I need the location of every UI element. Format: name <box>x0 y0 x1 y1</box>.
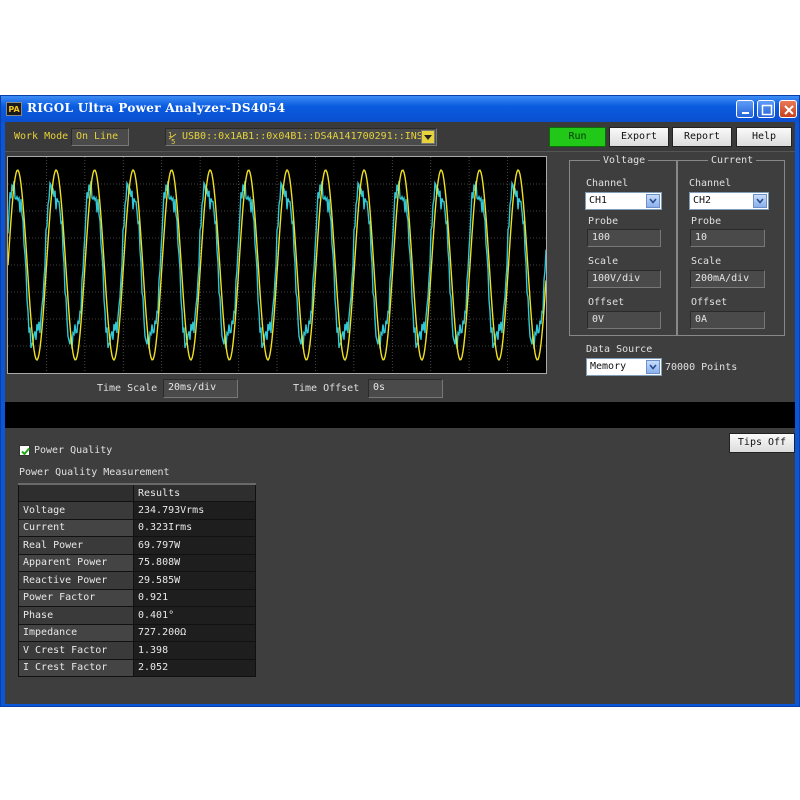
current-channel-dropdown[interactable] <box>753 194 767 208</box>
power-quality-checkbox[interactable] <box>19 445 30 456</box>
measurement-name: I Crest Factor <box>18 658 134 677</box>
measurement-name: Reactive Power <box>18 571 134 590</box>
power-quality-label: Power Quality <box>34 445 113 456</box>
usb-icon: 1 5 <box>168 131 177 144</box>
current-group-title: Current <box>708 155 757 167</box>
table-row: V Crest Factor 1.398 <box>18 641 256 660</box>
measurement-value: 727.200Ω <box>133 623 256 642</box>
measurement-name: Impedance <box>18 623 134 642</box>
toolbar: Work Mode On Line USB0::0x1AB1::0x04B1::… <box>5 122 795 152</box>
app-window: PA RIGOL Ultra Power Analyzer-DS4054 Wor… <box>0 95 800 707</box>
export-button[interactable]: Export <box>609 127 669 147</box>
resource-text: USB0::0x1AB1::0x04B1::DS4A141700291::INS… <box>182 131 435 142</box>
resource-dropdown-button[interactable] <box>421 130 435 144</box>
close-icon <box>784 105 794 115</box>
maximize-icon <box>761 104 773 116</box>
table-row: Real Power 69.797W <box>18 536 256 555</box>
help-button[interactable]: Help <box>736 127 792 147</box>
voltage-scale-field[interactable]: 100V/div <box>587 270 661 288</box>
svg-text:5: 5 <box>171 138 175 144</box>
table-row: Apparent Power 75.808W <box>18 553 256 572</box>
measurement-name: Power Factor <box>18 588 134 607</box>
maximize-button[interactable] <box>757 100 775 118</box>
waveform-plot <box>7 157 547 373</box>
measurement-name: V Crest Factor <box>18 641 134 660</box>
report-button[interactable]: Report <box>672 127 732 147</box>
current-channel-value: CH2 <box>693 195 712 206</box>
waveform-display[interactable] <box>7 156 547 374</box>
measurement-value: 0.323Irms <box>133 518 256 537</box>
results-header: Results <box>133 483 256 502</box>
run-button[interactable]: Run <box>549 127 606 147</box>
chevron-down-icon <box>649 198 657 204</box>
data-points-label: 70000 Points <box>665 362 738 373</box>
measurement-value: 234.793Vrms <box>133 501 256 520</box>
table-row: Impedance 727.200Ω <box>18 623 256 642</box>
voltage-probe-label: Probe <box>588 216 619 227</box>
measurement-name: Real Power <box>18 536 134 555</box>
title-bar[interactable]: PA RIGOL Ultra Power Analyzer-DS4054 <box>1 96 799 122</box>
measurement-name: Phase <box>18 606 134 625</box>
time-scale-label: Time Scale <box>97 383 158 394</box>
measurement-name: Current <box>18 518 134 537</box>
measurement-value: 1.398 <box>133 641 256 660</box>
time-offset-field[interactable]: 0s <box>368 379 443 398</box>
current-probe-label: Probe <box>691 216 722 227</box>
data-source-label: Data Source <box>586 344 653 355</box>
chevron-down-icon <box>756 198 764 204</box>
minimize-button[interactable] <box>736 100 754 118</box>
app-icon: PA <box>6 102 22 116</box>
minimize-icon <box>742 112 749 114</box>
work-mode-field[interactable]: On Line <box>71 128 129 146</box>
table-header-row: Results <box>18 483 256 502</box>
table-row: I Crest Factor 2.052 <box>18 658 256 677</box>
voltage-channel-label: Channel <box>586 178 629 189</box>
table-row: Power Factor 0.921 <box>18 588 256 607</box>
data-source-dropdown[interactable] <box>646 360 660 374</box>
power-quality-table: Results Voltage 234.793Vrms Current 0.323Ir… <box>18 483 256 677</box>
measurement-value: 0.921 <box>133 588 256 607</box>
measurement-value: 75.808W <box>133 553 256 572</box>
measurement-name: Apparent Power <box>18 553 134 572</box>
measurement-name: Voltage <box>18 501 134 520</box>
tips-off-button[interactable]: Tips Off <box>729 433 795 453</box>
voltage-probe-field[interactable]: 100 <box>587 229 661 247</box>
voltage-offset-field[interactable]: 0V <box>587 311 661 329</box>
voltage-group-title: Voltage <box>600 155 649 167</box>
current-offset-label: Offset <box>691 297 728 308</box>
close-button[interactable] <box>779 100 797 118</box>
data-source-value: Memory <box>590 361 627 372</box>
window-title: RIGOL Ultra Power Analyzer-DS4054 <box>27 101 286 115</box>
current-offset-field[interactable]: 0A <box>690 311 765 329</box>
measurement-value: 69.797W <box>133 536 256 555</box>
pq-section-title: Power Quality Measurement <box>19 467 170 478</box>
resource-select[interactable]: USB0::0x1AB1::0x04B1::DS4A141700291::INS… <box>165 128 437 146</box>
voltage-scale-label: Scale <box>588 256 619 267</box>
current-probe-field[interactable]: 10 <box>690 229 765 247</box>
time-offset-label: Time Offset <box>293 383 360 394</box>
current-channel-label: Channel <box>689 178 732 189</box>
measurement-value: 29.585W <box>133 571 256 590</box>
measurement-value: 2.052 <box>133 658 256 677</box>
table-row: Reactive Power 29.585W <box>18 571 256 590</box>
voltage-offset-label: Offset <box>588 297 625 308</box>
chevron-down-icon <box>424 135 432 140</box>
table-row: Voltage 234.793Vrms <box>18 501 256 520</box>
client-area: Work Mode On Line USB0::0x1AB1::0x04B1::… <box>5 122 795 704</box>
table-row: Current 0.323Irms <box>18 518 256 537</box>
power-quality-rows: Voltage 234.793Vrms Current 0.323Irms Real P… <box>18 501 256 677</box>
chevron-down-icon <box>649 364 657 370</box>
work-mode-label: Work Mode <box>14 131 69 142</box>
voltage-channel-dropdown[interactable] <box>646 194 660 208</box>
table-header-blank <box>18 483 134 502</box>
time-scale-field[interactable]: 20ms/div <box>163 379 238 398</box>
status-strip <box>5 402 795 428</box>
measurement-value: 0.401° <box>133 606 256 625</box>
checkmark-icon <box>21 447 30 456</box>
current-scale-field[interactable]: 200mA/div <box>690 270 765 288</box>
current-scale-label: Scale <box>691 256 722 267</box>
voltage-channel-value: CH1 <box>589 195 608 206</box>
table-row: Phase 0.401° <box>18 606 256 625</box>
